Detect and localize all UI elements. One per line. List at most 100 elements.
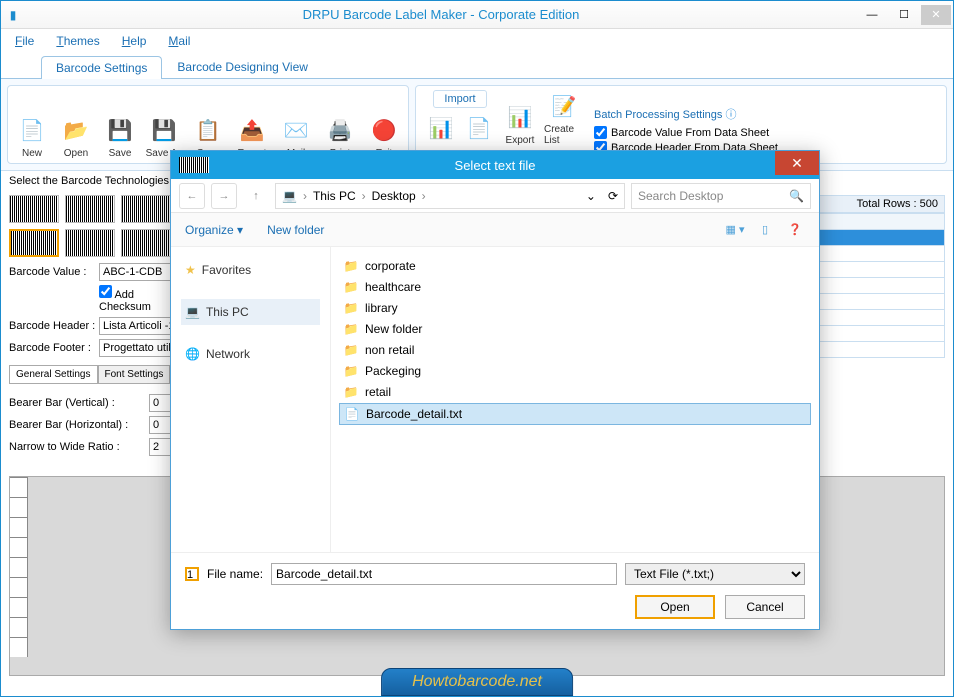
folder-icon: 📁 xyxy=(343,279,359,295)
exit-icon: 🔴 xyxy=(368,114,400,146)
subtab-font[interactable]: Font Settings xyxy=(98,365,171,383)
text-icon: 📄 xyxy=(463,112,495,144)
menu-help[interactable]: Help xyxy=(122,34,147,48)
pc-icon: 💻 xyxy=(282,189,297,203)
nav-back-button[interactable]: ← xyxy=(179,183,205,209)
createlist-button[interactable]: 📝Create List xyxy=(544,90,584,146)
newfolder-button[interactable]: New folder xyxy=(267,223,324,237)
dialog-nav: ← → ↑ 💻 › This PC › Desktop › ⌄ ⟳ Search… xyxy=(171,179,819,213)
sidebar-thispc[interactable]: 💻This PC xyxy=(181,299,320,325)
network-icon: 🌐 xyxy=(185,347,200,361)
highlight-marker: 1 xyxy=(185,567,199,581)
titlebar: ▮ DRPU Barcode Label Maker - Corporate E… xyxy=(1,1,953,29)
menu-file[interactable]: File xyxy=(15,34,34,48)
file-item[interactable]: 📁library xyxy=(339,298,811,318)
folder-icon: 📁 xyxy=(343,342,359,358)
search-icon: 🔍 xyxy=(789,189,804,203)
barcode-type-5[interactable] xyxy=(65,229,115,257)
window-title: DRPU Barcode Label Maker - Corporate Edi… xyxy=(25,7,857,22)
footer-label: Barcode Footer : xyxy=(9,342,99,354)
sidebar-favorites[interactable]: ★Favorites xyxy=(181,257,320,283)
dialog-close-button[interactable]: ✕ xyxy=(775,151,819,175)
pc-icon: 💻 xyxy=(185,305,200,319)
batch-export-button[interactable]: 📊Export xyxy=(500,90,540,146)
import-excel-button[interactable]: 📊 xyxy=(424,112,458,144)
barcode-type-4[interactable] xyxy=(9,229,59,257)
open-file-button[interactable]: Open xyxy=(635,595,715,619)
file-list: 📁corporate 📁healthcare 📁library 📁New fol… xyxy=(331,247,819,552)
dialog-title: Select text file xyxy=(455,158,536,173)
file-item[interactable]: 📁Packeging xyxy=(339,361,811,381)
dialog-sidebar: ★Favorites 💻This PC 🌐Network xyxy=(171,247,331,552)
search-input[interactable]: Search Desktop 🔍 xyxy=(631,183,811,209)
help-icon[interactable]: ⓘ xyxy=(725,109,736,121)
value-label: Barcode Value : xyxy=(9,266,99,278)
dialog-icon xyxy=(179,157,209,173)
file-item-selected[interactable]: 📄Barcode_detail.txt xyxy=(339,403,811,425)
barcode-type-6[interactable] xyxy=(121,229,171,257)
maximize-button[interactable]: ☐ xyxy=(889,5,919,25)
menu-themes[interactable]: Themes xyxy=(56,34,99,48)
menu-mail[interactable]: Mail xyxy=(168,34,190,48)
minimize-button[interactable]: — xyxy=(857,5,887,25)
open-button[interactable]: 📂Open xyxy=(56,90,96,159)
file-item[interactable]: 📁corporate xyxy=(339,256,811,276)
folder-icon: 📁 xyxy=(343,258,359,274)
print-icon: 🖨️ xyxy=(324,114,356,146)
folder-icon: 📁 xyxy=(343,363,359,379)
mail-icon: ✉️ xyxy=(280,114,312,146)
barcode-type-3[interactable] xyxy=(121,195,171,223)
import-text-button[interactable]: 📄 xyxy=(462,112,496,144)
saveas-button[interactable]: 💾Save As xyxy=(144,90,184,159)
organize-button[interactable]: Organize ▾ xyxy=(185,223,243,237)
file-dialog: Select text file ✕ ← → ↑ 💻 › This PC › D… xyxy=(170,150,820,630)
mail-button[interactable]: ✉️Mail xyxy=(276,90,316,159)
subtab-general[interactable]: General Settings xyxy=(9,365,98,383)
excel-icon: 📊 xyxy=(425,112,457,144)
filename-input[interactable] xyxy=(271,563,617,585)
refresh-icon[interactable]: ⟳ xyxy=(608,189,618,203)
file-item[interactable]: 📁healthcare xyxy=(339,277,811,297)
print-button[interactable]: 🖨️Print xyxy=(320,90,360,159)
nav-up-button[interactable]: ↑ xyxy=(243,183,269,209)
export-button[interactable]: 📤Export xyxy=(232,90,272,159)
file-item[interactable]: 📁retail xyxy=(339,382,811,402)
star-icon: ★ xyxy=(185,263,196,277)
new-button[interactable]: 📄New xyxy=(12,90,52,159)
barcode-type-1[interactable] xyxy=(9,195,59,223)
dialog-footer: 1 File name: Text File (*.txt;) Open Can… xyxy=(171,552,819,629)
breadcrumb[interactable]: 💻 › This PC › Desktop › ⌄ ⟳ xyxy=(275,183,625,209)
import-button[interactable]: Import xyxy=(433,90,486,108)
cancel-button[interactable]: Cancel xyxy=(725,595,805,619)
footer-banner: Howtobarcode.net xyxy=(381,668,573,696)
sidebar-network[interactable]: 🌐Network xyxy=(181,341,320,367)
nav-forward-button[interactable]: → xyxy=(211,183,237,209)
file-item[interactable]: 📁New folder xyxy=(339,319,811,339)
header-label: Barcode Header : xyxy=(9,320,99,332)
preview-pane-icon[interactable]: ▯ xyxy=(755,220,775,240)
new-icon: 📄 xyxy=(16,114,48,146)
folder-icon: 📁 xyxy=(343,300,359,316)
folder-icon: 📁 xyxy=(343,384,359,400)
dialog-help-icon[interactable]: ❓ xyxy=(785,220,805,240)
folder-icon: 📁 xyxy=(343,321,359,337)
save-button[interactable]: 💾Save xyxy=(100,90,140,159)
export-icon: 📤 xyxy=(236,114,268,146)
view-icon[interactable]: ▦ ▾ xyxy=(725,220,745,240)
main-tabs: Barcode Settings Barcode Designing View xyxy=(1,53,953,79)
exit-button[interactable]: 🔴Exit xyxy=(364,90,404,159)
menubar: File Themes Help Mail xyxy=(1,29,953,53)
file-item[interactable]: 📁non retail xyxy=(339,340,811,360)
app-icon: ▮ xyxy=(1,8,25,22)
copy-button[interactable]: 📋Copy xyxy=(188,90,228,159)
barcode-type-2[interactable] xyxy=(65,195,115,223)
tab-barcode-settings[interactable]: Barcode Settings xyxy=(41,56,162,79)
filetype-select[interactable]: Text File (*.txt;) xyxy=(625,563,805,585)
open-icon: 📂 xyxy=(60,114,92,146)
check-value[interactable]: Barcode Value From Data Sheet xyxy=(594,126,778,139)
filename-label: File name: xyxy=(207,567,263,581)
chevron-down-icon[interactable]: ⌄ xyxy=(586,189,596,203)
tab-designing-view[interactable]: Barcode Designing View xyxy=(162,55,323,78)
close-button[interactable]: ✕ xyxy=(921,5,951,25)
saveas-icon: 💾 xyxy=(148,114,180,146)
